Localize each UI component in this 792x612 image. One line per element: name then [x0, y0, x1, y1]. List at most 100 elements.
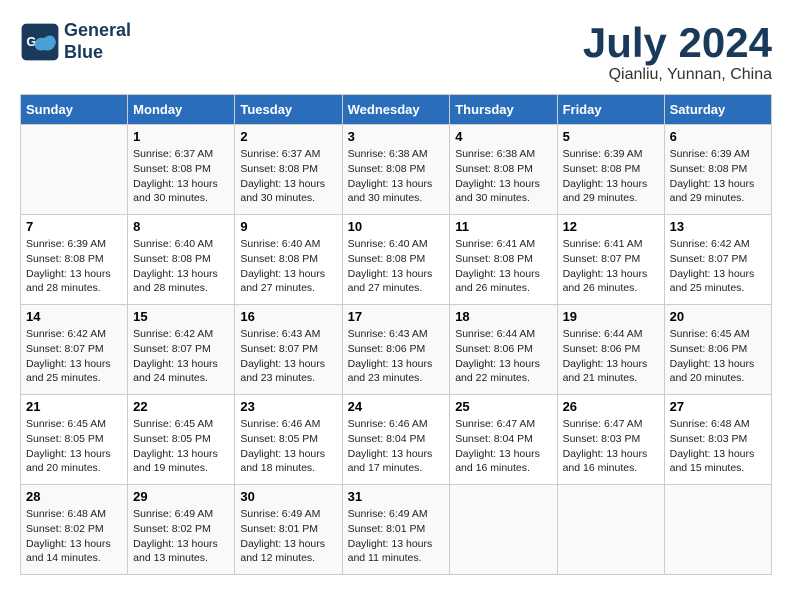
- day-number: 5: [563, 129, 659, 144]
- cell-w4-d2: 23 Sunrise: 6:46 AM Sunset: 8:05 PM Dayli…: [235, 395, 342, 485]
- day-number: 23: [240, 399, 336, 414]
- day-info: Sunrise: 6:39 AM Sunset: 8:08 PM Dayligh…: [670, 147, 766, 206]
- col-sunday: Sunday: [21, 95, 128, 125]
- col-friday: Friday: [557, 95, 664, 125]
- cell-w1-d0: [21, 125, 128, 215]
- week-row-5: 28 Sunrise: 6:48 AM Sunset: 8:02 PM Dayli…: [21, 485, 772, 575]
- cell-w2-d5: 12Sunrise: 6:41 AM Sunset: 8:07 PM Dayli…: [557, 215, 664, 305]
- day-number: 2: [240, 129, 336, 144]
- day-number: 24: [348, 399, 445, 414]
- logo-icon: Gen: [20, 22, 60, 62]
- cell-w3-d1: 15 Sunrise: 6:42 AM Sunset: 8:07 PM Dayli…: [128, 305, 235, 395]
- day-info: Sunrise: 6:49 AM Sunset: 8:01 PM Dayligh…: [240, 507, 336, 566]
- cell-w4-d3: 24 Sunrise: 6:46 AM Sunset: 8:04 PM Dayli…: [342, 395, 450, 485]
- day-number: 11: [455, 219, 551, 234]
- cell-w5-d0: 28 Sunrise: 6:48 AM Sunset: 8:02 PM Dayli…: [21, 485, 128, 575]
- day-info: Sunrise: 6:46 AM Sunset: 8:05 PM Dayligh…: [240, 417, 336, 476]
- day-info: Sunrise: 6:42 AM Sunset: 8:07 PM Dayligh…: [670, 237, 766, 296]
- cell-w2-d6: 13Sunrise: 6:42 AM Sunset: 8:07 PM Dayli…: [664, 215, 771, 305]
- day-number: 9: [240, 219, 336, 234]
- cell-w3-d2: 16 Sunrise: 6:43 AM Sunset: 8:07 PM Dayli…: [235, 305, 342, 395]
- location: Qianliu, Yunnan, China: [583, 66, 772, 84]
- day-info: Sunrise: 6:43 AM Sunset: 8:06 PM Dayligh…: [348, 327, 445, 386]
- day-info: Sunrise: 6:40 AM Sunset: 8:08 PM Dayligh…: [240, 237, 336, 296]
- day-number: 26: [563, 399, 659, 414]
- day-info: Sunrise: 6:42 AM Sunset: 8:07 PM Dayligh…: [133, 327, 229, 386]
- cell-w3-d4: 18 Sunrise: 6:44 AM Sunset: 8:06 PM Dayli…: [450, 305, 557, 395]
- day-info: Sunrise: 6:39 AM Sunset: 8:08 PM Dayligh…: [26, 237, 122, 296]
- cell-w4-d4: 25Sunrise: 6:47 AM Sunset: 8:04 PM Dayli…: [450, 395, 557, 485]
- week-row-2: 7 Sunrise: 6:39 AM Sunset: 8:08 PM Daylig…: [21, 215, 772, 305]
- day-number: 18: [455, 309, 551, 324]
- day-number: 25: [455, 399, 551, 414]
- cell-w1-d3: 3Sunrise: 6:38 AM Sunset: 8:08 PM Daylig…: [342, 125, 450, 215]
- day-info: Sunrise: 6:38 AM Sunset: 8:08 PM Dayligh…: [455, 147, 551, 206]
- day-number: 15: [133, 309, 229, 324]
- day-info: Sunrise: 6:44 AM Sunset: 8:06 PM Dayligh…: [563, 327, 659, 386]
- cell-w5-d5: [557, 485, 664, 575]
- day-number: 4: [455, 129, 551, 144]
- col-thursday: Thursday: [450, 95, 557, 125]
- calendar-header: Sunday Monday Tuesday Wednesday Thursday…: [21, 95, 772, 125]
- day-number: 31: [348, 489, 445, 504]
- day-info: Sunrise: 6:43 AM Sunset: 8:07 PM Dayligh…: [240, 327, 336, 386]
- page-header: Gen General Blue July 2024 Qianliu, Yunn…: [20, 20, 772, 84]
- week-row-3: 14Sunrise: 6:42 AM Sunset: 8:07 PM Dayli…: [21, 305, 772, 395]
- day-number: 16: [240, 309, 336, 324]
- day-number: 8: [133, 219, 229, 234]
- day-info: Sunrise: 6:48 AM Sunset: 8:03 PM Dayligh…: [670, 417, 766, 476]
- day-number: 27: [670, 399, 766, 414]
- day-number: 30: [240, 489, 336, 504]
- day-number: 21: [26, 399, 122, 414]
- day-info: Sunrise: 6:45 AM Sunset: 8:05 PM Dayligh…: [26, 417, 122, 476]
- day-info: Sunrise: 6:46 AM Sunset: 8:04 PM Dayligh…: [348, 417, 445, 476]
- cell-w4-d0: 21 Sunrise: 6:45 AM Sunset: 8:05 PM Dayli…: [21, 395, 128, 485]
- cell-w5-d2: 30 Sunrise: 6:49 AM Sunset: 8:01 PM Dayli…: [235, 485, 342, 575]
- cell-w2-d2: 9 Sunrise: 6:40 AM Sunset: 8:08 PM Daylig…: [235, 215, 342, 305]
- calendar-body: 1 Sunrise: 6:37 AM Sunset: 8:08 PM Daylig…: [21, 125, 772, 575]
- day-info: Sunrise: 6:37 AM Sunset: 8:08 PM Dayligh…: [133, 147, 229, 206]
- logo-text: General Blue: [64, 20, 131, 63]
- day-number: 22: [133, 399, 229, 414]
- cell-w2-d4: 11 Sunrise: 6:41 AM Sunset: 8:08 PM Dayli…: [450, 215, 557, 305]
- day-info: Sunrise: 6:40 AM Sunset: 8:08 PM Dayligh…: [348, 237, 445, 296]
- day-number: 3: [348, 129, 445, 144]
- day-info: Sunrise: 6:39 AM Sunset: 8:08 PM Dayligh…: [563, 147, 659, 206]
- cell-w2-d3: 10Sunrise: 6:40 AM Sunset: 8:08 PM Dayli…: [342, 215, 450, 305]
- col-wednesday: Wednesday: [342, 95, 450, 125]
- cell-w1-d6: 6 Sunrise: 6:39 AM Sunset: 8:08 PM Daylig…: [664, 125, 771, 215]
- day-info: Sunrise: 6:42 AM Sunset: 8:07 PM Dayligh…: [26, 327, 122, 386]
- day-number: 1: [133, 129, 229, 144]
- logo: Gen General Blue: [20, 20, 131, 63]
- cell-w5-d3: 31 Sunrise: 6:49 AM Sunset: 8:01 PM Dayli…: [342, 485, 450, 575]
- cell-w4-d6: 27 Sunrise: 6:48 AM Sunset: 8:03 PM Dayli…: [664, 395, 771, 485]
- cell-w1-d2: 2 Sunrise: 6:37 AM Sunset: 8:08 PM Daylig…: [235, 125, 342, 215]
- day-info: Sunrise: 6:48 AM Sunset: 8:02 PM Dayligh…: [26, 507, 122, 566]
- day-info: Sunrise: 6:49 AM Sunset: 8:01 PM Dayligh…: [348, 507, 445, 566]
- day-number: 20: [670, 309, 766, 324]
- day-number: 28: [26, 489, 122, 504]
- cell-w3-d3: 17 Sunrise: 6:43 AM Sunset: 8:06 PM Dayli…: [342, 305, 450, 395]
- month-title: July 2024: [583, 20, 772, 66]
- day-info: Sunrise: 6:40 AM Sunset: 8:08 PM Dayligh…: [133, 237, 229, 296]
- title-block: July 2024 Qianliu, Yunnan, China: [583, 20, 772, 84]
- day-info: Sunrise: 6:41 AM Sunset: 8:07 PM Dayligh…: [563, 237, 659, 296]
- day-number: 6: [670, 129, 766, 144]
- day-info: Sunrise: 6:47 AM Sunset: 8:03 PM Dayligh…: [563, 417, 659, 476]
- day-number: 17: [348, 309, 445, 324]
- day-number: 19: [563, 309, 659, 324]
- cell-w2-d0: 7 Sunrise: 6:39 AM Sunset: 8:08 PM Daylig…: [21, 215, 128, 305]
- cell-w1-d5: 5 Sunrise: 6:39 AM Sunset: 8:08 PM Daylig…: [557, 125, 664, 215]
- cell-w2-d1: 8 Sunrise: 6:40 AM Sunset: 8:08 PM Daylig…: [128, 215, 235, 305]
- cell-w1-d1: 1 Sunrise: 6:37 AM Sunset: 8:08 PM Daylig…: [128, 125, 235, 215]
- cell-w5-d4: [450, 485, 557, 575]
- cell-w5-d6: [664, 485, 771, 575]
- day-number: 7: [26, 219, 122, 234]
- col-tuesday: Tuesday: [235, 95, 342, 125]
- day-info: Sunrise: 6:41 AM Sunset: 8:08 PM Dayligh…: [455, 237, 551, 296]
- header-row: Sunday Monday Tuesday Wednesday Thursday…: [21, 95, 772, 125]
- day-info: Sunrise: 6:37 AM Sunset: 8:08 PM Dayligh…: [240, 147, 336, 206]
- cell-w3-d0: 14Sunrise: 6:42 AM Sunset: 8:07 PM Dayli…: [21, 305, 128, 395]
- day-info: Sunrise: 6:44 AM Sunset: 8:06 PM Dayligh…: [455, 327, 551, 386]
- col-monday: Monday: [128, 95, 235, 125]
